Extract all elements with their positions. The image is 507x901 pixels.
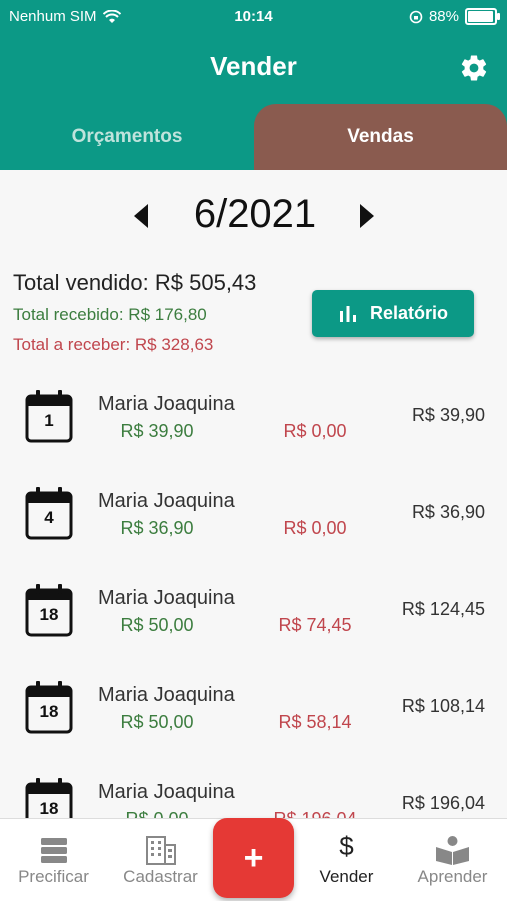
sale-total: R$ 39,90 [411, 405, 485, 425]
amount-paid: R$ 0,00 [98, 809, 216, 818]
status-bar: Nenhum SIM 10:14 88% [0, 0, 507, 34]
report-button[interactable]: Relatório [312, 290, 474, 337]
nav-precificar[interactable]: Precificar [3, 819, 104, 901]
calendar-icon: 18 [25, 680, 73, 734]
calendar-icon: 1 [25, 389, 73, 443]
add-sale-button[interactable]: + [213, 818, 294, 898]
building-icon [146, 836, 176, 865]
amount-owed: R$ 0,00 [283, 518, 347, 538]
amount-paid: R$ 39,90 [120, 421, 194, 441]
customer-name: Maria Joaquina [98, 587, 235, 609]
customer-name: Maria Joaquina [98, 684, 235, 706]
sale-total: R$ 124,45 [401, 599, 485, 619]
amount-owed: R$ 196,04 [250, 809, 380, 818]
calendar-icon: 18 [25, 777, 73, 818]
calendar-day: 4 [44, 508, 54, 527]
next-month-icon[interactable] [360, 204, 374, 228]
gear-icon[interactable] [459, 53, 489, 83]
calendar-day: 18 [39, 605, 59, 624]
battery-percent: 88% [428, 8, 459, 25]
page-title: Vender [210, 51, 297, 81]
status-right: 88% [409, 8, 500, 25]
list-item[interactable]: 18 Maria Joaquina R$ 50,00 R$ 58,14 R$ 1… [0, 664, 507, 761]
sale-total: R$ 36,90 [411, 502, 485, 522]
bar-chart-icon [339, 305, 356, 322]
total-receivable: Total a receber: R$ 328,63 [13, 335, 214, 354]
amount-paid: R$ 50,00 [120, 615, 194, 635]
sale-total: R$ 196,04 [401, 793, 485, 813]
totals-summary: Total vendido: R$ 505,43 Total recebido:… [13, 270, 256, 355]
customer-name: Maria Joaquina [98, 490, 235, 512]
calendar-day: 1 [44, 411, 54, 430]
total-received: Total recebido: R$ 176,80 [13, 305, 207, 324]
customer-name: Maria Joaquina [98, 393, 235, 415]
nav-label: Cadastrar [123, 867, 198, 886]
list-item[interactable]: 4 Maria Joaquina R$ 36,90 R$ 0,00 R$ 36,… [0, 470, 507, 567]
customer-name: Maria Joaquina [98, 781, 235, 803]
nav-label: Vender [319, 867, 374, 886]
tab-bar: Orçamentos Vendas [0, 104, 507, 170]
battery-icon [465, 8, 500, 25]
nav-aprender[interactable]: Aprender [402, 819, 503, 901]
list-item[interactable]: 18 Maria Joaquina R$ 50,00 R$ 74,45 R$ 1… [0, 567, 507, 664]
nav-label: Aprender [417, 867, 488, 886]
rotation-lock-icon [409, 10, 423, 23]
amount-owed: R$ 74,45 [278, 615, 352, 635]
list-item[interactable]: 1 Maria Joaquina R$ 39,90 R$ 0,00 R$ 39,… [0, 373, 507, 470]
nav-cadastrar[interactable]: Cadastrar [110, 819, 211, 901]
total-sold: Total vendido: R$ 505,43 [13, 270, 257, 295]
server-icon [41, 838, 67, 863]
previous-month-icon[interactable] [134, 204, 148, 228]
calendar-icon: 18 [25, 583, 73, 637]
amount-paid: R$ 36,90 [120, 518, 194, 538]
month-selector: 6/2021 [0, 190, 507, 244]
book-reader-icon [436, 836, 469, 865]
amount-owed: R$ 0,00 [283, 421, 347, 441]
report-button-label: Relatório [369, 303, 448, 323]
calendar-day: 18 [39, 702, 59, 721]
calendar-icon: 4 [25, 486, 73, 540]
amount-paid: R$ 50,00 [120, 712, 194, 732]
amount-owed: R$ 58,14 [278, 712, 352, 732]
calendar-day: 18 [39, 799, 59, 818]
dollar-icon: $ [339, 831, 354, 861]
sales-list: 1 Maria Joaquina R$ 39,90 R$ 0,00 R$ 39,… [0, 373, 507, 818]
nav-label: Precificar [18, 867, 89, 886]
sale-total: R$ 108,14 [401, 696, 485, 716]
nav-vender[interactable]: $ Vender [296, 819, 397, 901]
list-item[interactable]: 18 Maria Joaquina R$ 0,00 R$ 196,04 R$ 1… [0, 761, 507, 818]
month-label: 6/2021 [193, 192, 317, 236]
app-bar: Vender [0, 34, 507, 104]
tab-orcamentos[interactable]: Orçamentos [0, 104, 254, 170]
tab-vendas[interactable]: Vendas [254, 104, 507, 170]
